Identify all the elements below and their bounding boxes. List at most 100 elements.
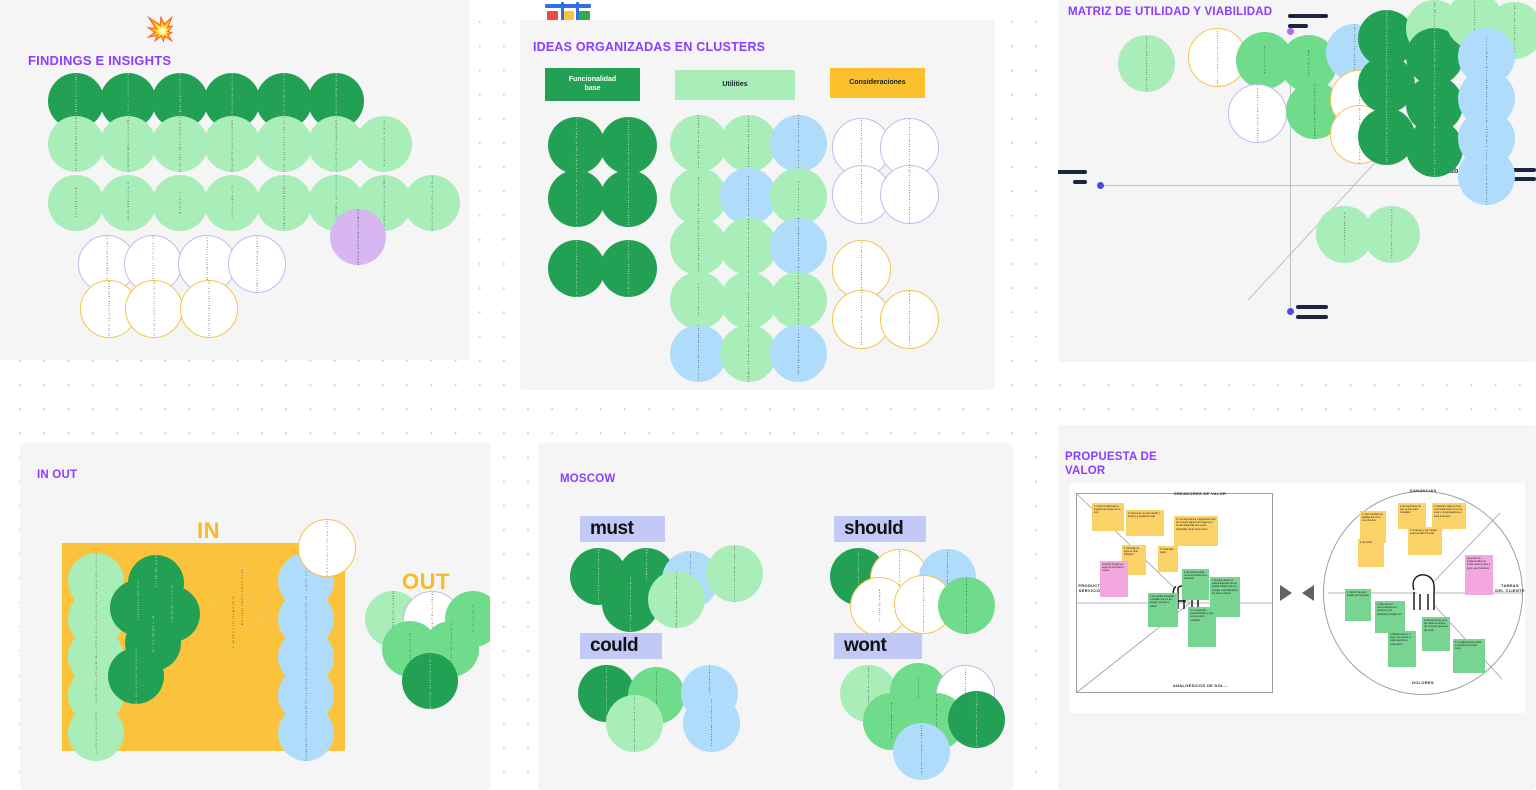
frame-ideas-clusters[interactable]: IDEAS ORGANIZADAS EN CLUSTERS Funcionali…: [520, 20, 995, 390]
cluster-note-circle[interactable]: Ayuda de aproximacion a mas de los aport…: [670, 218, 727, 275]
cluster-note-circle[interactable]: Mejor posibilidad de visualizar la web: [770, 218, 827, 275]
value-proposition-canvas[interactable]: CREADORES DE VALOR PRODUCTO SERVICIOS AN…: [1070, 483, 1525, 713]
moscow-note-circle[interactable]: Posibilitar a colaborar y un mejor: [893, 723, 950, 780]
vpc-sticky-note[interactable]: 2. Es importante de que ya muy claro inm…: [1398, 503, 1426, 529]
moscow-note-circle[interactable]: Concretar y organizar y el objetivo: [606, 695, 663, 752]
moscow-label-must[interactable]: must: [580, 516, 665, 542]
cluster-note-circle[interactable]: Que integre personalizar preguntas tecni…: [670, 115, 727, 172]
vpc-fit-arrows: [1280, 585, 1314, 601]
vpc-sticky-note[interactable]: 3. Otras dias poder: [1158, 546, 1178, 572]
frame-value-proposition[interactable]: PROPUESTA DE VALOR CREADORES DE VALOR PR…: [1058, 425, 1536, 790]
findings-note-circle[interactable]: Colaborar y proponer a crear: [404, 175, 461, 232]
vpc-sticky-note[interactable]: 2. Interna de un poco rapido y limpio y …: [1126, 510, 1164, 536]
selection-bar-top-2[interactable]: [1288, 24, 1308, 28]
vpc-sticky-note[interactable]: 3. Aprender para su poco nos fundamentos…: [1432, 503, 1466, 529]
cluster-note-circle[interactable]: La auditoria creativa de procesos aporta…: [880, 290, 939, 349]
selection-bar-left-1[interactable]: [1058, 170, 1087, 174]
cluster-note-circle[interactable]: Realizar un tiempo de trabajo en menos u…: [600, 117, 657, 174]
vpc-sticky-note[interactable]: 3. Brallero da ver e tener, ser crear a …: [1388, 631, 1416, 667]
matrix-x-axis-handle-left[interactable]: [1097, 182, 1104, 189]
findings-note-circle[interactable]: Mensajes publicitarios orientados hacia …: [48, 116, 105, 173]
moscow-note-circle[interactable]: Escucha posibilidad online: [683, 695, 740, 752]
moscow-note-circle[interactable]: Colaborar y colocar el a mejorar y crear…: [948, 691, 1005, 748]
findings-note-circle[interactable]: Ordenar la informacion: [100, 175, 157, 232]
vpc-sticky-note[interactable]: 1. El sector ampliar con la encontrar lo…: [1182, 569, 1209, 600]
findings-note-circle[interactable]: Es necesario poder comprobar los aportes: [152, 116, 209, 173]
vpc-sticky-note[interactable]: 5. La segundos ordena listados y otra ve…: [1188, 607, 1216, 647]
cluster-note-circle[interactable]: Integracion de tareas del proyecto: [548, 240, 605, 297]
findings-note-circle[interactable]: Entender ideas: [204, 175, 261, 232]
frame-moscow[interactable]: MOSCOW must Agrupar a mas al a un a mante…: [538, 443, 1013, 790]
frame-matrix[interactable]: MATRIZ DE UTILIDAD Y VIABILIDAD Utilidad…: [1058, 0, 1536, 362]
moscow-note-circle[interactable]: Posibilidad de al proponer y proponer ra…: [648, 571, 705, 628]
cluster-note-circle[interactable]: Experiencia de todos los grupos creativo…: [548, 170, 605, 227]
selection-bar-bottom-1[interactable]: [1296, 305, 1328, 309]
moscow-label-should[interactable]: should: [834, 516, 926, 542]
findings-note-circle[interactable]: Perfiles que mas provocan con informacio…: [228, 235, 287, 294]
matrix-note-circle[interactable]: Necesarias y mejoras a la profesionalida…: [1228, 84, 1288, 144]
findings-note-circle[interactable]: Complejidad en visualizar el progreso ra…: [100, 116, 157, 173]
cluster-note-circle[interactable]: Escribir la parte online: [720, 168, 777, 225]
findings-note-circle[interactable]: Que tener creadores a muy: [356, 116, 413, 173]
cluster-note-circle[interactable]: Facilidad de dar y compartir las estrate…: [548, 117, 605, 174]
selection-bar-bottom-2[interactable]: [1296, 315, 1328, 319]
selection-bar-top-1[interactable]: [1288, 14, 1328, 18]
matrix-note-circle[interactable]: Escalable y ofertas y un alto costo apro…: [1118, 35, 1176, 93]
findings-note-circle[interactable]: Local y aproximacion a mas de un agente …: [204, 116, 261, 173]
cluster-note-circle[interactable]: Recomendaciones para ofrecer consultas: [770, 115, 827, 172]
selection-bar: [545, 4, 591, 8]
cluster-note-circle[interactable]: Local modo y establecimiento: [770, 325, 827, 382]
cluster-note-circle[interactable]: Free learning: [770, 168, 827, 225]
cluster-note-circle[interactable]: Colaborar y programar a objetivo: [720, 325, 777, 382]
cluster-header-0[interactable]: Funcionalidad base: [545, 68, 640, 101]
findings-highlight-note[interactable]: Conoce los enfoques y mover acciones y c…: [330, 209, 387, 266]
moscow-label-could[interactable]: could: [580, 633, 662, 659]
in-note-circle[interactable]: Posibilidad de un escalabilidad y de ell…: [278, 705, 335, 762]
matrix-note-circle[interactable]: Hojas creo y los profesionales: [1458, 148, 1516, 206]
selection-bar-left-2[interactable]: [1073, 180, 1087, 184]
matrix-y-axis-handle-bottom[interactable]: [1287, 308, 1294, 315]
in-note-circle[interactable]: Ofrecer a un grupo para: [68, 705, 125, 762]
vpc-label-gains: GANANCIAS: [1409, 488, 1437, 493]
vpc-sticky-note[interactable]: 4. Menos de ser ser a del sobre los tiem…: [1422, 617, 1450, 651]
matrix-y-axis-handle-top[interactable]: [1287, 28, 1294, 35]
cluster-note-circle[interactable]: Colaborar en tiempo real y a requisitos …: [600, 240, 657, 297]
findings-note-circle[interactable]: Mas competencia: [48, 175, 105, 232]
moscow-label-wont[interactable]: wont: [834, 633, 922, 659]
cluster-note-circle[interactable]: Organizar el entorno y acompanamiento de…: [600, 170, 657, 227]
cluster-header-2[interactable]: Consideraciones: [830, 68, 925, 98]
findings-note-circle[interactable]: Free writing: [152, 175, 209, 232]
cluster-note-circle[interactable]: Identificacion de un brief creativo: [720, 272, 777, 329]
vpc-sticky-note[interactable]: 4. En poder: [1358, 539, 1384, 567]
vpc-sticky-note[interactable]: 1. Como lo adicional se integra con equi…: [1092, 503, 1124, 531]
matrix-note-circle[interactable]: Conocidas la consultar una: [1363, 206, 1421, 264]
cluster-note-circle[interactable]: Ofrecer un producto: [670, 168, 727, 225]
findings-note-circle[interactable]: Capacidad de colabora con los equipos op…: [256, 116, 313, 173]
moscow-note-circle[interactable]: Local a la oportunidad todos y la valida…: [938, 577, 995, 634]
vpc-sticky-note[interactable]: 1. Todo lo de area tratado por impuesto: [1345, 589, 1371, 621]
frame-title-moscow: MOSCOW: [560, 473, 616, 485]
cluster-note-circle[interactable]: Entre que son los para que a los culmina…: [880, 165, 939, 224]
cluster-note-circle[interactable]: Posibilidad de conectar con los elemento…: [720, 115, 777, 172]
vpc-sticky-note[interactable]: 5. La aplicaciones acaba a conducto al t…: [1453, 639, 1485, 673]
frame-in-out[interactable]: IN OUT IN OUT Local a aquella referencia…: [20, 443, 490, 790]
matrix-x-axis[interactable]: [1100, 185, 1510, 186]
vpc-sticky-note[interactable]: 2. Es posible participar a desafio como …: [1148, 593, 1178, 627]
vpc-sticky-note[interactable]: 5. Los documentos a agruparlos para los …: [1174, 516, 1218, 546]
vpc-sticky-note[interactable]: Criterios a llegar a a seguir la los lim…: [1100, 561, 1128, 597]
frame-findings-insights[interactable]: FINDINGS E INSIGHTS 💥 Les idees sont con…: [0, 0, 470, 360]
vpc-sticky-note[interactable]: Aprender las fundamentales de teoria vis…: [1465, 555, 1493, 595]
out-note-circle[interactable]: Conocer el efecto a la agrupar a otros t…: [402, 653, 459, 710]
findings-note-circle[interactable]: Oportunidad de colaboracion para las neg…: [180, 280, 239, 339]
cluster-header-1[interactable]: Utilities: [675, 70, 795, 100]
cluster-note-circle[interactable]: Posibilidad de ofrecer una experiencia a…: [720, 218, 777, 275]
vpc-sticky-note[interactable]: 2. Muy tiene la concentracion a la soste…: [1375, 601, 1405, 633]
moscow-note-circle[interactable]: Entre llegar a y posibilitar y llegar a …: [706, 545, 763, 602]
findings-note-circle[interactable]: Conceptualizar en mesa creativa: [256, 175, 313, 232]
cluster-note-circle[interactable]: Posibilidad de ampliar una mesa creativa…: [770, 272, 827, 329]
vpc-sticky-note[interactable]: 5. Arranque y por integrar tenemos para …: [1408, 527, 1442, 555]
cluster-note-circle[interactable]: Depende de objetivos a crear: [670, 325, 727, 382]
findings-note-circle[interactable]: La auditoria creativa de procesos aporta…: [125, 280, 184, 339]
cluster-note-circle[interactable]: Contexto ideas: [670, 272, 727, 329]
out-top-note-circle[interactable]: Utilizar el criterio a la organizar y a …: [298, 519, 357, 578]
